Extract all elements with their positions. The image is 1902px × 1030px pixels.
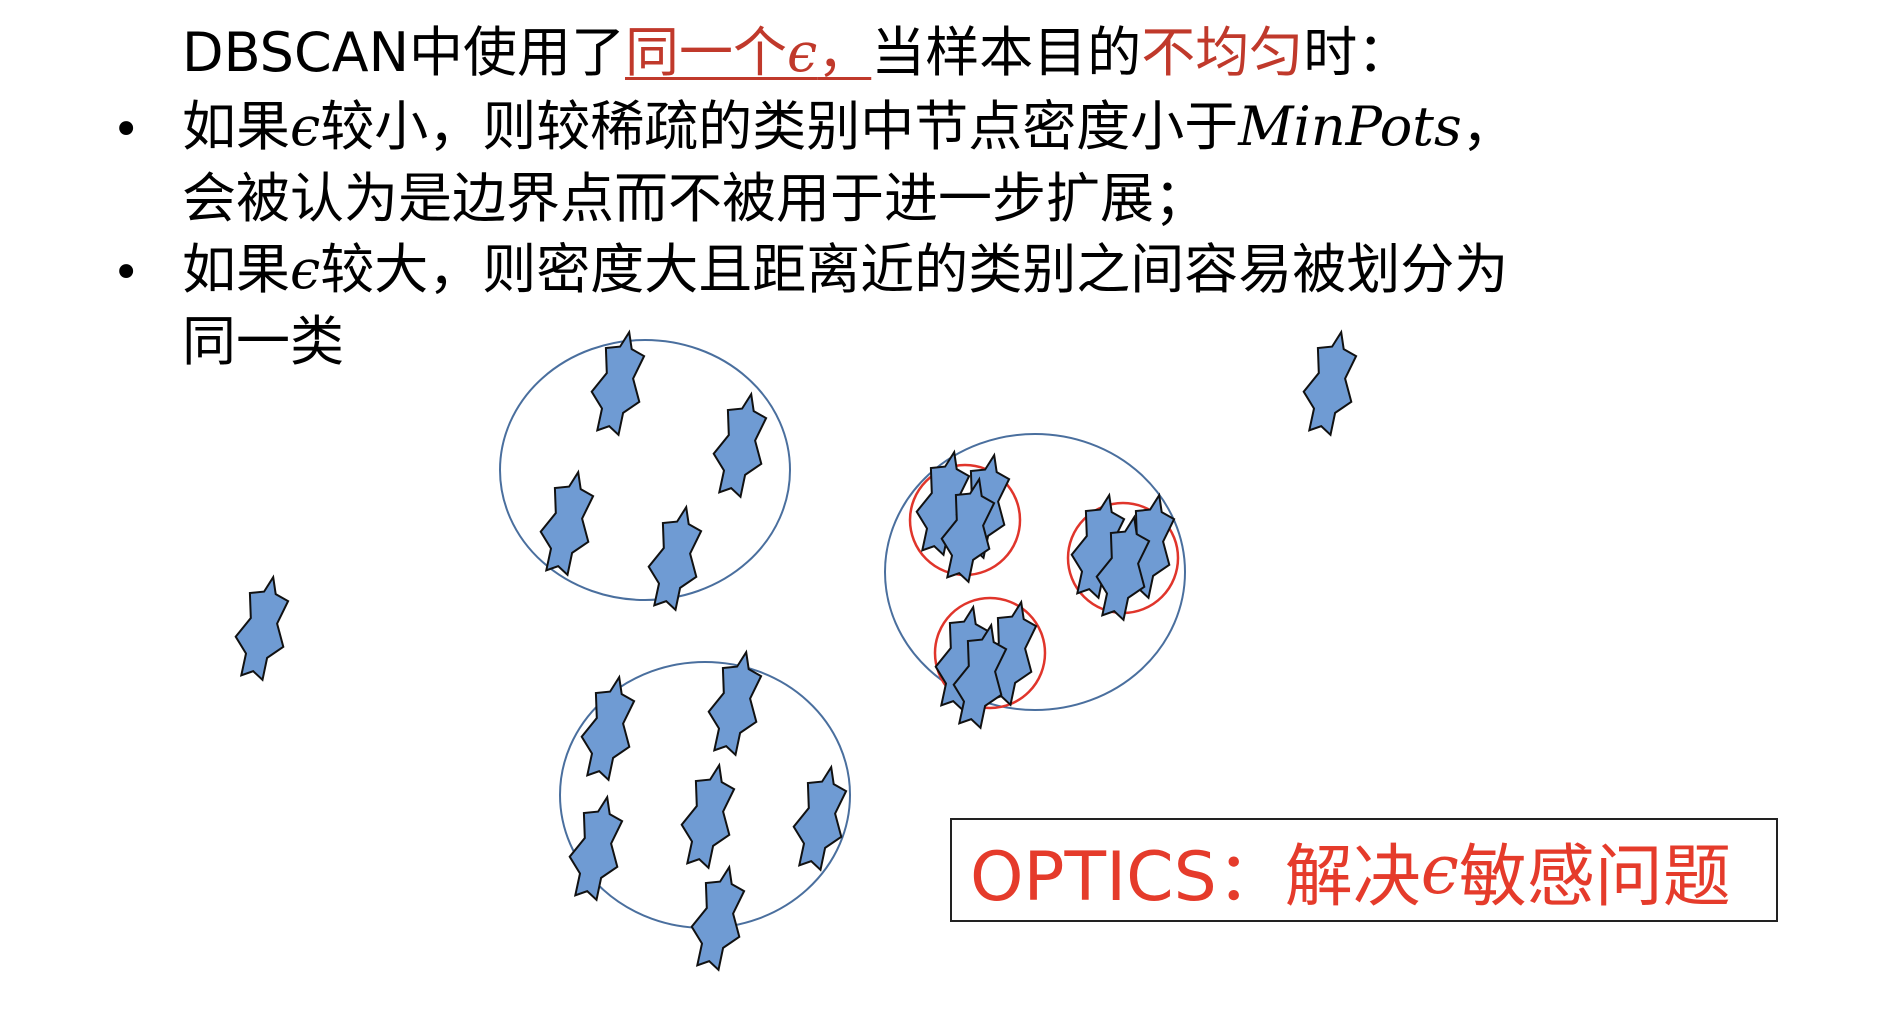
blue-star-point-icon bbox=[792, 764, 848, 872]
blue-star-point-icon bbox=[1302, 329, 1358, 437]
blue-star-point-icon bbox=[647, 504, 703, 612]
blue-star-point-icon bbox=[234, 574, 290, 682]
blue-star-point-icon bbox=[712, 391, 768, 499]
blue-star-point-icon bbox=[539, 469, 595, 577]
optics-callout: OPTICS：解决 ϵ 敏感问题 bbox=[950, 818, 1778, 922]
blue-star-point-icon bbox=[707, 649, 763, 757]
blue-star-point-icon bbox=[690, 864, 746, 972]
blue-star-point-icon bbox=[580, 674, 636, 782]
blue-star-point-icon bbox=[680, 762, 736, 870]
blue-star-point-icon bbox=[590, 329, 646, 437]
blue-star-point-icon bbox=[568, 794, 624, 902]
slide: DBSCAN中使用了同一个ϵ，当样本目的不均匀时： • 如果ϵ较小，则较稀疏的类… bbox=[0, 0, 1902, 1030]
